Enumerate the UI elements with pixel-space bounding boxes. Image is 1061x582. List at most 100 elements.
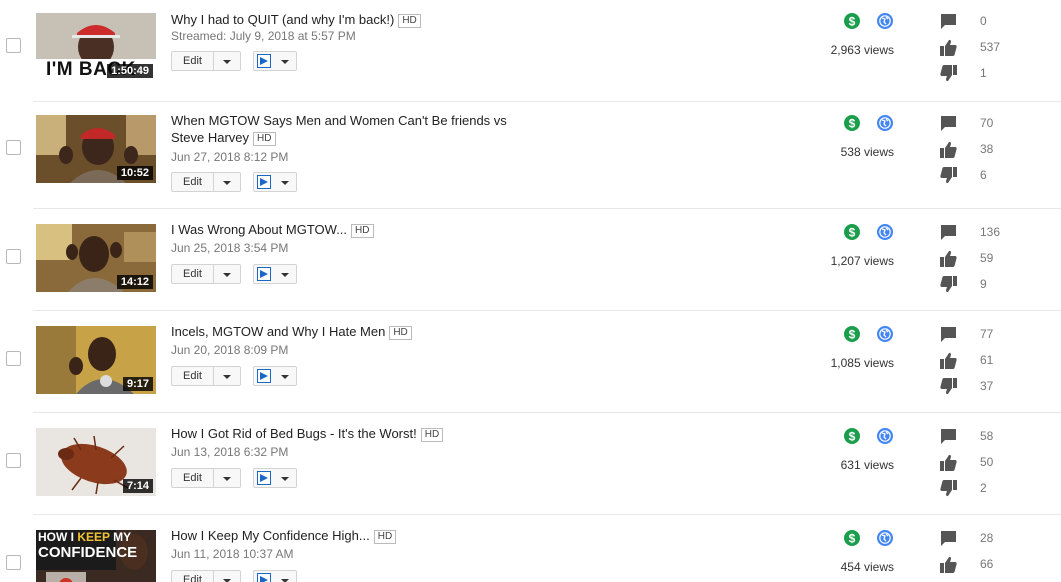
- video-thumbnail[interactable]: 7:14: [36, 428, 156, 496]
- dollar-icon[interactable]: $: [844, 13, 860, 29]
- promote-icon: [257, 175, 271, 189]
- video-title[interactable]: I Was Wrong About MGTOW... HD: [171, 221, 521, 238]
- comment-icon[interactable]: [940, 115, 957, 132]
- edit-button[interactable]: Edit: [171, 51, 241, 71]
- like-count: 59: [980, 251, 994, 265]
- edit-button[interactable]: Edit: [171, 172, 241, 192]
- video-title-text[interactable]: Why I had to QUIT (and why I'm back!): [171, 12, 394, 27]
- thumbs-up-icon[interactable]: [940, 352, 957, 369]
- video-date: Streamed: July 9, 2018 at 5:57 PM: [171, 29, 356, 43]
- like-count: 61: [980, 353, 994, 367]
- edit-button-label: Edit: [183, 472, 202, 484]
- thumbs-up-icon[interactable]: [940, 250, 957, 267]
- dollar-icon[interactable]: $: [844, 428, 860, 444]
- chevron-down-icon[interactable]: [281, 375, 289, 379]
- chevron-down-icon[interactable]: [223, 273, 231, 277]
- promote-menu-button[interactable]: [253, 570, 297, 582]
- svg-text:$: $: [849, 328, 856, 342]
- row-checkbox[interactable]: [6, 140, 21, 155]
- dollar-icon[interactable]: $: [844, 326, 860, 342]
- chevron-down-icon[interactable]: [223, 181, 231, 185]
- thumbs-down-icon[interactable]: [940, 65, 957, 82]
- edit-button[interactable]: Edit: [171, 264, 241, 284]
- view-count: 1,207 views: [830, 254, 894, 268]
- globe-icon[interactable]: [877, 428, 893, 444]
- svg-text:$: $: [849, 226, 856, 240]
- thumbs-down-icon[interactable]: [940, 378, 957, 395]
- globe-icon[interactable]: [877, 224, 893, 240]
- video-title[interactable]: How I Got Rid of Bed Bugs - It's the Wor…: [171, 425, 521, 442]
- video-title-text-line2[interactable]: Steve Harvey: [171, 130, 249, 145]
- comment-icon[interactable]: [940, 326, 957, 343]
- row-checkbox[interactable]: [6, 249, 21, 264]
- video-row: 10:52 When MGTOW Says Men and Women Can'…: [0, 100, 1061, 209]
- thumbs-up-icon[interactable]: [940, 141, 957, 158]
- row-checkbox[interactable]: [6, 351, 21, 366]
- promote-menu-button[interactable]: [253, 172, 297, 192]
- video-title-text[interactable]: Incels, MGTOW and Why I Hate Men: [171, 324, 385, 339]
- video-thumbnail[interactable]: 9:17: [36, 326, 156, 394]
- video-row: 14:12 I Was Wrong About MGTOW... HD Jun 2…: [0, 209, 1061, 311]
- chevron-down-icon[interactable]: [281, 477, 289, 481]
- thumbs-up-icon[interactable]: [940, 556, 957, 573]
- promote-menu-button[interactable]: [253, 264, 297, 284]
- video-title-text[interactable]: How I Got Rid of Bed Bugs - It's the Wor…: [171, 426, 417, 441]
- video-thumbnail[interactable]: 10:52: [36, 115, 156, 183]
- video-title-text[interactable]: I Was Wrong About MGTOW...: [171, 222, 347, 237]
- hd-badge: HD: [373, 530, 397, 544]
- edit-button[interactable]: Edit: [171, 570, 241, 582]
- globe-icon[interactable]: [877, 530, 893, 546]
- video-title[interactable]: Why I had to QUIT (and why I'm back!) HD: [171, 11, 521, 28]
- hd-badge: HD: [253, 132, 276, 146]
- promote-menu-button[interactable]: [253, 366, 297, 386]
- thumbs-down-icon[interactable]: [940, 480, 957, 497]
- edit-button-label: Edit: [183, 574, 202, 582]
- view-count: 1,085 views: [830, 356, 894, 370]
- video-duration: 1:50:49: [107, 64, 153, 78]
- chevron-down-icon[interactable]: [223, 60, 231, 64]
- chevron-down-icon[interactable]: [281, 60, 289, 64]
- svg-text:$: $: [849, 430, 856, 444]
- row-checkbox[interactable]: [6, 555, 21, 570]
- chevron-down-icon[interactable]: [281, 181, 289, 185]
- promote-menu-button[interactable]: [253, 468, 297, 488]
- comment-icon[interactable]: [940, 428, 957, 445]
- dollar-icon[interactable]: $: [844, 224, 860, 240]
- chevron-down-icon[interactable]: [223, 375, 231, 379]
- hd-badge: HD: [389, 326, 412, 340]
- globe-icon[interactable]: [877, 13, 893, 29]
- view-count: 2,963 views: [830, 43, 894, 57]
- edit-button[interactable]: Edit: [171, 366, 241, 386]
- dollar-icon[interactable]: $: [844, 530, 860, 546]
- video-title[interactable]: When MGTOW Says Men and Women Can't Be f…: [171, 112, 521, 146]
- video-title-text[interactable]: How I Keep My Confidence High...: [171, 528, 370, 543]
- chevron-down-icon[interactable]: [223, 477, 231, 481]
- promote-icon: [257, 471, 271, 485]
- row-checkbox[interactable]: [6, 453, 21, 468]
- comment-count: 136: [980, 225, 1001, 239]
- dollar-icon[interactable]: $: [844, 115, 860, 131]
- comment-icon[interactable]: [940, 13, 957, 30]
- thumbs-up-icon[interactable]: [940, 39, 957, 56]
- thumbs-down-icon[interactable]: [940, 276, 957, 293]
- thumbs-up-icon[interactable]: [940, 454, 957, 471]
- hd-badge: HD: [351, 224, 374, 238]
- edit-button[interactable]: Edit: [171, 468, 241, 488]
- comment-icon[interactable]: [940, 224, 957, 241]
- comment-icon[interactable]: [940, 530, 957, 547]
- globe-icon[interactable]: [877, 115, 893, 131]
- video-thumbnail[interactable]: 14:12: [36, 224, 156, 292]
- globe-icon[interactable]: [877, 326, 893, 342]
- video-thumbnail[interactable]: I'M BACK 1:50:49: [36, 13, 156, 81]
- promote-menu-button[interactable]: [253, 51, 297, 71]
- thumbs-down-icon[interactable]: [940, 167, 957, 184]
- video-title-text[interactable]: When MGTOW Says Men and Women Can't Be f…: [171, 113, 507, 128]
- view-count: 454 views: [840, 560, 894, 574]
- row-checkbox[interactable]: [6, 38, 21, 53]
- view-count: 538 views: [840, 145, 894, 159]
- video-title[interactable]: Incels, MGTOW and Why I Hate Men HD: [171, 323, 521, 340]
- video-title[interactable]: How I Keep My Confidence High... HD: [171, 527, 521, 544]
- chevron-down-icon[interactable]: [281, 273, 289, 277]
- promote-icon: [257, 369, 271, 383]
- video-thumbnail[interactable]: HOW I KEEP MY CONFIDENCE: [36, 530, 156, 582]
